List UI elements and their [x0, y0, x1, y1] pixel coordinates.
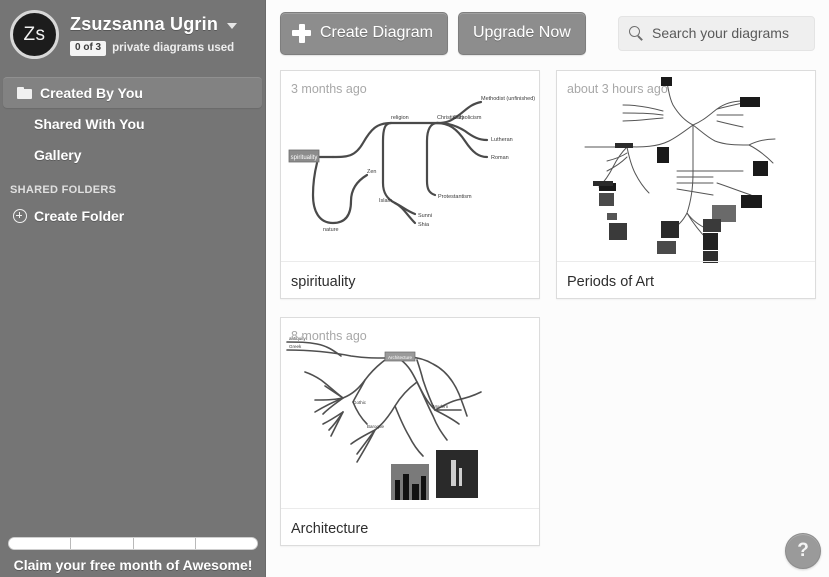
- svg-text:Roman: Roman: [491, 155, 509, 161]
- diagram-card[interactable]: about 3 hours ago Periods of Art: [556, 70, 816, 299]
- create-folder-button[interactable]: Create Folder: [3, 200, 262, 231]
- diagram-thumbnail: 8 months ago Architecture Gothic Modern …: [281, 318, 539, 510]
- svg-text:Greek: Greek: [289, 344, 302, 349]
- diagram-card[interactable]: 3 months ago spirituality religion Chris…: [280, 70, 540, 299]
- promo-text[interactable]: Claim your free month of Awesome!: [8, 557, 258, 573]
- search-icon: [629, 26, 643, 40]
- promo-progress-bar: [8, 537, 258, 550]
- svg-text:Catholicism: Catholicism: [453, 115, 482, 121]
- diagram-timestamp: 3 months ago: [291, 82, 367, 96]
- sidebar-item-label: Created By You: [40, 85, 143, 101]
- sidebar-item-label: Shared With You: [34, 115, 145, 132]
- svg-text:Modern: Modern: [433, 404, 449, 409]
- folder-icon: [17, 87, 32, 99]
- card-divider: [281, 261, 539, 262]
- card-divider: [281, 508, 539, 509]
- profile-section[interactable]: Zs Zsuzsanna Ugrin 0 of 3 private diagra…: [0, 0, 265, 67]
- sidebar-item-created-by-you[interactable]: Created By You: [3, 77, 262, 108]
- svg-text:nature: nature: [323, 227, 339, 233]
- search-input[interactable]: [652, 25, 804, 41]
- app-root: Zs Zsuzsanna Ugrin 0 of 3 private diagra…: [0, 0, 829, 577]
- diagram-card[interactable]: 8 months ago Architecture Gothic Modern …: [280, 317, 540, 546]
- help-button[interactable]: ?: [785, 533, 821, 569]
- mindmap-preview-periods-of-art: [584, 77, 776, 263]
- svg-text:spirituality: spirituality: [291, 155, 318, 161]
- svg-text:Zen: Zen: [367, 169, 376, 175]
- upgrade-now-button[interactable]: Upgrade Now: [457, 11, 586, 55]
- svg-text:Methodist (unfinished): Methodist (unfinished): [481, 96, 535, 102]
- sidebar-item-gallery[interactable]: Gallery: [3, 139, 262, 170]
- create-diagram-label: Create Diagram: [320, 24, 433, 41]
- profile-name-row[interactable]: Zsuzsanna Ugrin: [70, 14, 238, 35]
- plus-icon: [292, 23, 311, 43]
- promo-segment: [133, 538, 196, 549]
- quota-row: 0 of 3 private diagrams used: [70, 41, 237, 56]
- create-folder-label: Create Folder: [34, 207, 125, 224]
- svg-text:Gothic: Gothic: [353, 400, 367, 405]
- search-box[interactable]: [618, 15, 815, 51]
- svg-text:Lutheran: Lutheran: [491, 137, 513, 143]
- help-icon: ?: [797, 540, 809, 561]
- diagram-thumbnail: about 3 hours ago: [557, 71, 815, 263]
- mindmap-preview-architecture: Architecture Gothic Modern Baroque antiq…: [286, 336, 482, 500]
- user-name: Zsuzsanna Ugrin: [70, 14, 219, 34]
- quota-label: private diagrams used: [112, 42, 235, 55]
- shared-folders-heading: SHARED FOLDERS: [10, 184, 117, 196]
- svg-text:Architecture: Architecture: [388, 355, 413, 360]
- svg-text:Sunni: Sunni: [418, 213, 432, 219]
- sidebar-item-label: Gallery: [34, 146, 82, 163]
- diagram-timestamp: about 3 hours ago: [567, 82, 668, 96]
- promo-segment: [195, 538, 257, 549]
- diagram-card-grid: 3 months ago spirituality religion Chris…: [266, 58, 829, 564]
- svg-text:Baroque: Baroque: [367, 424, 385, 429]
- diagram-title: spirituality: [291, 274, 356, 290]
- diagram-title: Architecture: [291, 521, 369, 537]
- card-divider: [557, 261, 815, 262]
- promo-section[interactable]: Claim your free month of Awesome!: [0, 537, 266, 573]
- upgrade-now-label: Upgrade Now: [472, 24, 571, 41]
- sidebar-nav: Created By You Shared With You Gallery: [0, 77, 265, 170]
- toolbar: Create Diagram Upgrade Now: [266, 0, 829, 58]
- promo-segment: [71, 538, 134, 549]
- sidebar: Zs Zsuzsanna Ugrin 0 of 3 private diagra…: [0, 0, 266, 577]
- svg-text:religion: religion: [391, 115, 409, 121]
- avatar[interactable]: Zs: [10, 10, 59, 59]
- diagram-title: Periods of Art: [567, 274, 655, 290]
- plus-circle-icon: [13, 208, 27, 223]
- avatar-initials: Zs: [23, 23, 46, 45]
- chevron-down-icon[interactable]: [227, 22, 238, 29]
- main-content: Create Diagram Upgrade Now 3 months ago: [266, 0, 829, 577]
- quota-badge: 0 of 3: [70, 41, 107, 56]
- diagram-timestamp: 8 months ago: [291, 329, 367, 343]
- promo-segment: [9, 538, 72, 549]
- diagram-thumbnail: 3 months ago spirituality religion Chris…: [281, 71, 539, 263]
- svg-text:Protestantism: Protestantism: [438, 194, 472, 200]
- profile-text: Zsuzsanna Ugrin 0 of 3 private diagrams …: [59, 10, 238, 56]
- svg-text:Shia: Shia: [418, 222, 430, 228]
- sidebar-item-shared-with-you[interactable]: Shared With You: [3, 108, 262, 139]
- create-diagram-button[interactable]: Create Diagram: [280, 11, 448, 55]
- mindmap-preview-spirituality: spirituality religion Christianity Metho…: [288, 96, 535, 233]
- svg-text:Islam: Islam: [379, 198, 393, 204]
